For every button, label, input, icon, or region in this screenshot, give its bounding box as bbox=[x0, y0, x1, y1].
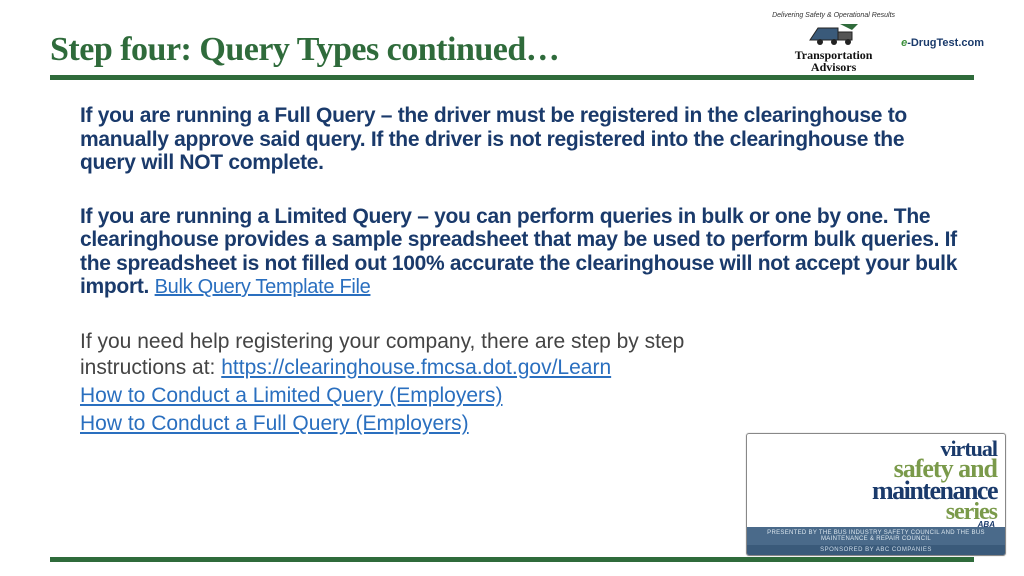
help-block: If you need help registering your compan… bbox=[80, 329, 780, 438]
badge-title-block: virtual safety and maintenance series bbox=[747, 434, 1005, 527]
badge-presented-by: PRESENTED BY THE BUS INDUSTRY SAFETY COU… bbox=[747, 527, 1005, 545]
logo-arc-text: Delivering Safety & Operational Results bbox=[772, 12, 895, 19]
limited-query-paragraph: If you are running a Limited Query – you… bbox=[80, 205, 960, 299]
ez-drugtest-logo: e-DrugTest.com bbox=[901, 37, 984, 49]
bulk-template-link[interactable]: Bulk Query Template File bbox=[155, 276, 371, 298]
full-query-paragraph: If you are running a Full Query – the dr… bbox=[80, 104, 960, 175]
transportation-advisors-logo: Delivering Safety & Operational Results … bbox=[772, 12, 895, 73]
learn-link[interactable]: https://clearinghouse.fmcsa.dot.gov/Lear… bbox=[221, 356, 611, 379]
truck-icon bbox=[808, 20, 860, 48]
badge-series: series bbox=[755, 502, 997, 522]
aba-mark: ABA bbox=[978, 520, 995, 529]
slide-title: Step four: Query Types continued… bbox=[50, 31, 559, 73]
content: If you are running a Full Query – the dr… bbox=[50, 80, 974, 438]
slide: Step four: Query Types continued… Delive… bbox=[0, 0, 1024, 576]
series-badge: virtual safety and maintenance series AB… bbox=[746, 433, 1006, 556]
logo-advisors-text: Advisors bbox=[772, 61, 895, 73]
full-query-link[interactable]: How to Conduct a Full Query (Employers) bbox=[80, 412, 469, 435]
header: Step four: Query Types continued… Delive… bbox=[50, 30, 974, 73]
footer-underline bbox=[50, 557, 974, 562]
limited-query-link[interactable]: How to Conduct a Limited Query (Employer… bbox=[80, 384, 503, 407]
badge-sponsor: SPONSORED BY ABC COMPANIES bbox=[747, 545, 1005, 555]
logo-block: Delivering Safety & Operational Results … bbox=[772, 12, 984, 73]
